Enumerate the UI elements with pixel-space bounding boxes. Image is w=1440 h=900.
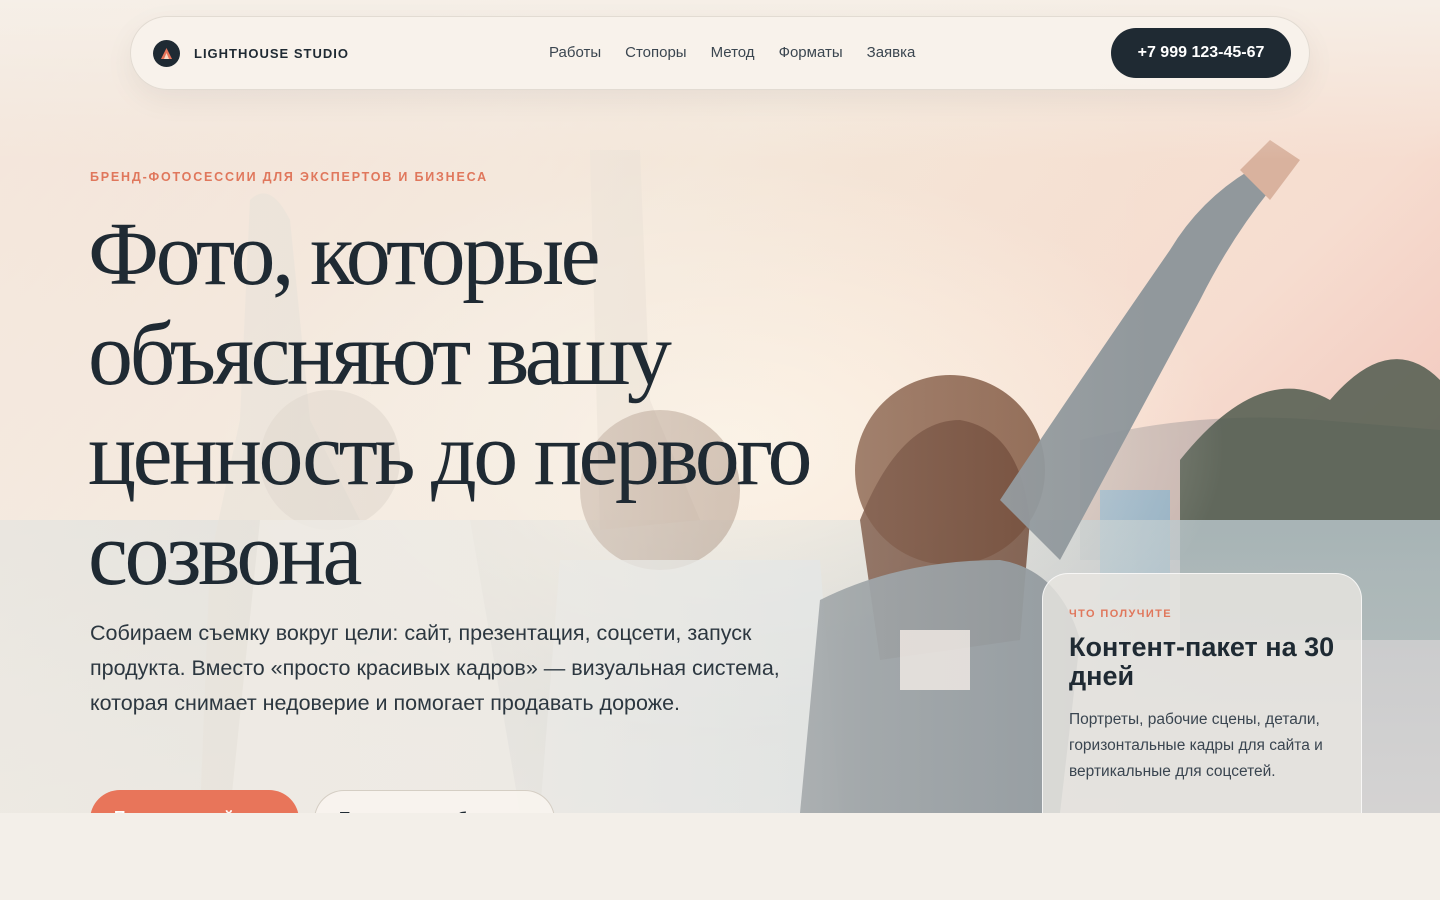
headline-line-4: созвона — [88, 505, 363, 604]
menu-item-stoppers[interactable]: Стопоры — [625, 44, 686, 61]
primary-cta-button[interactable]: Получить идей — [90, 790, 299, 813]
card-title: Контент-пакет на 30 дней — [1069, 632, 1335, 691]
hero-eyebrow: БРЕНД-ФОТОСЕССИИ ДЛЯ ЭКСПЕРТОВ И БИЗНЕСА — [90, 170, 488, 184]
hero-headline: Фото, которые объясняют вашу ценность до… — [88, 205, 928, 605]
menu-item-works[interactable]: Работы — [549, 44, 601, 61]
page-bottom-area — [0, 813, 1440, 900]
menu-item-request[interactable]: Заявка — [867, 44, 916, 61]
headline-line-3: ценность до первого — [88, 405, 812, 504]
secondary-cta-button[interactable]: Посмотреть работы — [314, 790, 555, 813]
brand-name: LIGHTHOUSE STUDIO — [194, 46, 349, 61]
hero-section: LIGHTHOUSE STUDIO Работы Стопоры Метод Ф… — [0, 0, 1440, 813]
top-navigation: LIGHTHOUSE STUDIO Работы Стопоры Метод Ф… — [130, 16, 1310, 90]
phone-button[interactable]: +7 999 123-45-67 — [1111, 28, 1291, 78]
card-eyebrow: ЧТО ПОЛУЧИТЕ — [1069, 608, 1173, 620]
lighthouse-logo-icon — [153, 40, 180, 67]
deliverables-card: ЧТО ПОЛУЧИТЕ Контент-пакет на 30 дней По… — [1042, 573, 1362, 813]
main-menu: Работы Стопоры Метод Форматы Заявка — [549, 44, 915, 61]
hero-lead: Собираем съемку вокруг цели: сайт, презе… — [90, 621, 780, 715]
headline-line-1: Фото, которые — [88, 205, 601, 304]
menu-item-method[interactable]: Метод — [711, 44, 755, 61]
brand[interactable]: LIGHTHOUSE STUDIO — [153, 40, 349, 67]
menu-item-formats[interactable]: Форматы — [779, 44, 843, 61]
headline-line-2: объясняют вашу — [88, 305, 672, 404]
card-text: Портреты, рабочие сцены, детали, горизон… — [1069, 711, 1323, 780]
